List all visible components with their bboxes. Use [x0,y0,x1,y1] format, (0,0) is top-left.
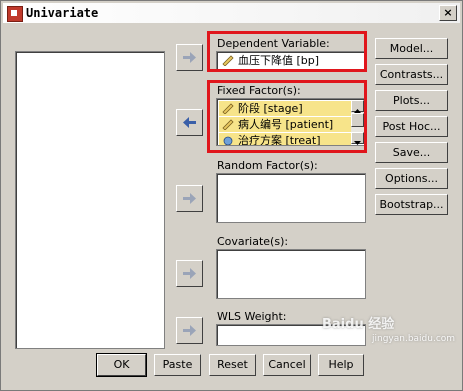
model-button[interactable]: Model... [375,38,448,59]
window-title: Univariate [26,6,99,20]
fixed-item-stage[interactable]: 阶段 [stage] [219,101,351,116]
help-button[interactable]: Help [318,354,364,376]
covariate-list[interactable] [216,249,366,299]
right-arrow-icon [183,52,196,63]
right-arrow-icon [183,193,196,204]
right-arrow-icon [183,268,196,279]
plots-button[interactable]: Plots... [375,90,448,111]
fixed-factor-list[interactable]: 阶段 [stage] 病人编号 [patient] 治疗方案 [treat] [216,98,366,146]
fixed-item-treat[interactable]: 治疗方案 [treat] [219,133,351,146]
right-arrow-icon [183,325,196,336]
reset-button[interactable]: Reset [209,354,256,376]
post-hoc-button[interactable]: Post Hoc... [375,116,448,137]
chevron-down-icon [354,141,361,145]
move-from-fixed-button[interactable] [176,109,203,136]
ok-button[interactable]: OK [96,353,147,377]
scroll-down-button[interactable] [351,132,364,145]
scroll-up-button[interactable] [351,100,364,113]
dependent-item-label: 血压下降值 [bp] [238,54,320,67]
fixed-label: Fixed Factor(s): [217,84,301,97]
dependent-item[interactable]: 血压下降值 [bp] [219,53,319,68]
source-variable-list[interactable] [15,51,165,349]
random-label: Random Factor(s): [217,159,318,172]
ruler-icon [222,103,234,114]
covariate-label: Covariate(s): [217,235,289,248]
scroll-thumb[interactable] [351,113,364,127]
options-button[interactable]: Options... [375,168,448,189]
save-button[interactable]: Save... [375,142,448,163]
fixed-item-label: 阶段 [stage] [238,102,303,115]
move-to-wls-button[interactable] [176,317,203,344]
paste-button[interactable]: Paste [154,354,201,376]
dependent-label: Dependent Variable: [217,37,330,50]
fixed-scrollbar[interactable] [351,100,364,145]
title-bar: Univariate × [3,3,460,23]
fixed-item-patient[interactable]: 病人编号 [patient] [219,117,351,132]
fixed-item-label: 治疗方案 [treat] [238,134,321,146]
dependent-variable-box[interactable]: 血压下降值 [bp] [216,51,366,71]
circle-icon [223,136,233,145]
close-button[interactable]: × [439,5,457,21]
app-icon [7,6,23,22]
ruler-icon [222,55,234,66]
ruler-icon [222,119,234,130]
move-to-covariate-button[interactable] [176,260,203,287]
move-to-random-button[interactable] [176,185,203,212]
left-arrow-icon [183,117,196,128]
move-to-dependent-button[interactable] [176,44,203,71]
bootstrap-button[interactable]: Bootstrap... [375,194,448,215]
baidu-watermark: Baidu 经验 [322,317,395,332]
wls-label: WLS Weight: [217,310,287,323]
contrasts-button[interactable]: Contrasts... [375,64,448,85]
fixed-item-label: 病人编号 [patient] [238,118,334,131]
cancel-button[interactable]: Cancel [263,354,311,376]
watermark-url: jingyan.baidu.com [372,334,456,344]
random-factor-list[interactable] [216,173,366,223]
